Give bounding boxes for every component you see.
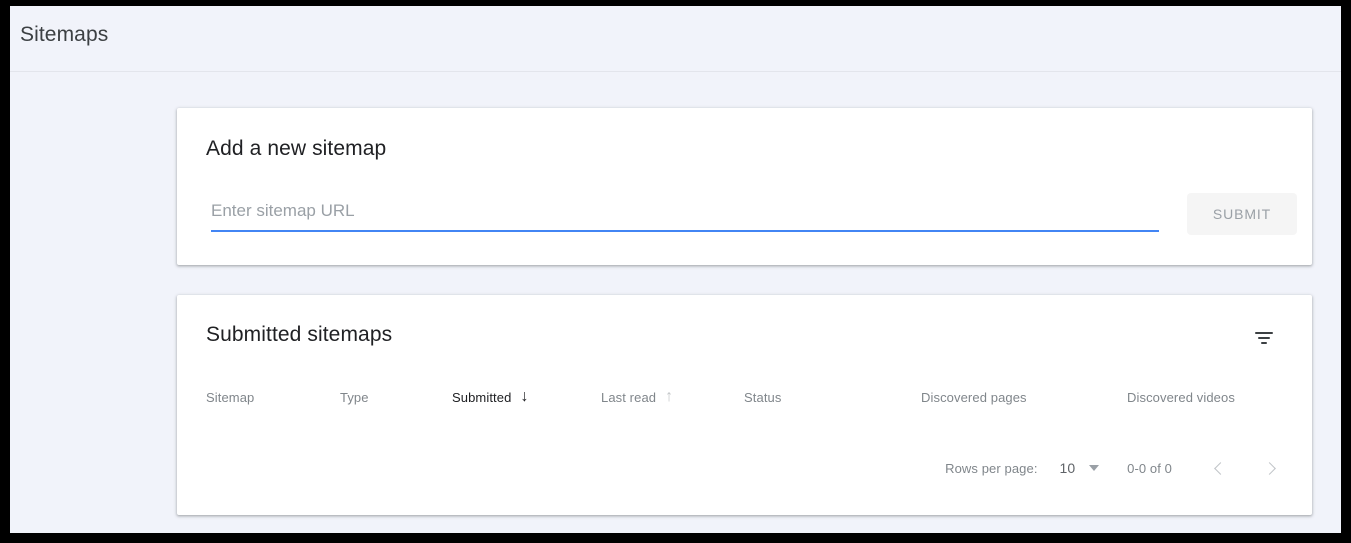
chevron-left-icon — [1214, 462, 1227, 475]
submit-button[interactable]: SUBMIT — [1187, 193, 1297, 235]
rows-per-page-value: 10 — [1060, 460, 1076, 476]
column-header-label: Type — [340, 390, 369, 405]
column-header-label: Submitted — [452, 390, 511, 405]
column-header-label: Discovered videos — [1127, 390, 1235, 405]
previous-page-button[interactable] — [1202, 451, 1236, 485]
chevron-down-icon — [1089, 465, 1099, 471]
column-header-sitemap[interactable]: Sitemap — [206, 387, 254, 407]
column-header-discovered-videos[interactable]: Discovered videos — [1127, 387, 1235, 407]
column-header-label: Last read — [601, 390, 656, 405]
chevron-right-icon — [1263, 462, 1276, 475]
screenshot-frame: Sitemaps Add a new sitemap SUBMIT Submit… — [0, 0, 1351, 543]
paginator: Rows per page: 10 0-0 of 0 — [945, 453, 1288, 483]
filter-icon — [1255, 332, 1273, 344]
pagination-range-label: 0-0 of 0 — [1127, 461, 1172, 476]
column-header-status[interactable]: Status — [744, 387, 781, 407]
filter-button[interactable] — [1247, 321, 1281, 355]
rows-per-page-label: Rows per page: — [945, 461, 1037, 476]
sort-ascending-icon: ↑ — [665, 389, 673, 405]
next-page-button[interactable] — [1254, 451, 1288, 485]
column-header-type[interactable]: Type — [340, 387, 369, 407]
submitted-sitemaps-heading: Submitted sitemaps — [206, 323, 392, 347]
sort-descending-icon: ↓ — [520, 389, 528, 405]
add-sitemap-heading: Add a new sitemap — [206, 137, 386, 161]
page-content: Add a new sitemap SUBMIT Submitted sitem… — [10, 73, 1341, 533]
column-header-last-read[interactable]: Last read ↑ — [601, 387, 673, 407]
sitemap-url-input[interactable] — [211, 198, 1159, 232]
submitted-sitemaps-card: Submitted sitemaps Sitemap Type S — [177, 295, 1312, 515]
page-header: Sitemaps — [10, 6, 1341, 72]
column-header-submitted[interactable]: Submitted ↓ — [452, 387, 529, 407]
app-viewport: Sitemaps Add a new sitemap SUBMIT Submit… — [10, 6, 1341, 533]
column-header-label: Discovered pages — [921, 390, 1027, 405]
page-title: Sitemaps — [20, 23, 108, 47]
sitemaps-table-header: Sitemap Type Submitted ↓ Last read ↑ — [177, 387, 1312, 421]
column-header-discovered-pages[interactable]: Discovered pages — [921, 387, 1027, 407]
rows-per-page-select[interactable]: 10 — [1060, 460, 1100, 476]
column-header-label: Sitemap — [206, 390, 254, 405]
add-sitemap-card: Add a new sitemap SUBMIT — [177, 108, 1312, 265]
column-header-label: Status — [744, 390, 781, 405]
